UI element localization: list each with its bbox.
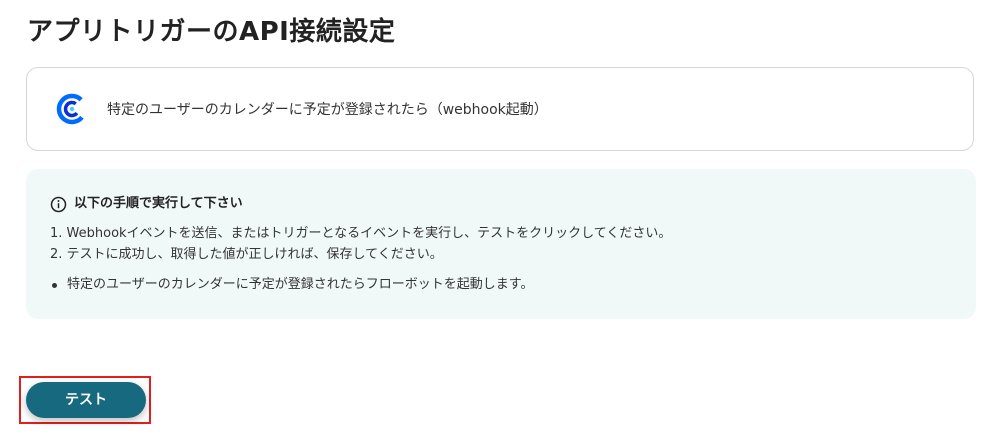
trigger-description: 特定のユーザーのカレンダーに予定が登録されたら（webhook起動） (107, 102, 548, 118)
info-icon (50, 196, 67, 213)
page: アプリトリガーのAPI接続設定 特定のユーザーのカレンダーに予定が登録されたら（… (0, 0, 1002, 448)
instructions-heading: 以下の手順で実行して下さい (50, 194, 243, 214)
calendly-icon (55, 92, 89, 126)
instruction-note: 特定のユーザーのカレンダーに予定が登録されたらフローボットを起動します。 (50, 275, 533, 295)
instructions-notes: 特定のユーザーのカレンダーに予定が登録されたらフローボットを起動します。 (50, 275, 533, 295)
instruction-step: 1. Webhookイベントを送信、またはトリガーとなるイベントを実行し、テスト… (50, 226, 672, 241)
instructions-heading-text: 以下の手順で実行して下さい (74, 196, 243, 211)
bullet-dot (52, 283, 57, 288)
page-title: アプリトリガーのAPI接続設定 (27, 17, 396, 47)
trigger-card: 特定のユーザーのカレンダーに予定が登録されたら（webhook起動） (26, 67, 974, 151)
instructions-steps: 1. Webhookイベントを送信、またはトリガーとなるイベントを実行し、テスト… (50, 224, 671, 266)
test-button[interactable]: テスト (26, 382, 146, 418)
instruction-note-text: 特定のユーザーのカレンダーに予定が登録されたらフローボットを起動します。 (67, 277, 534, 292)
instructions-panel: 以下の手順で実行して下さい 1. Webhookイベントを送信、またはトリガーと… (26, 169, 976, 319)
instruction-step: 2. テストに成功し、取得した値が正しければ、保存してください。 (50, 247, 443, 262)
